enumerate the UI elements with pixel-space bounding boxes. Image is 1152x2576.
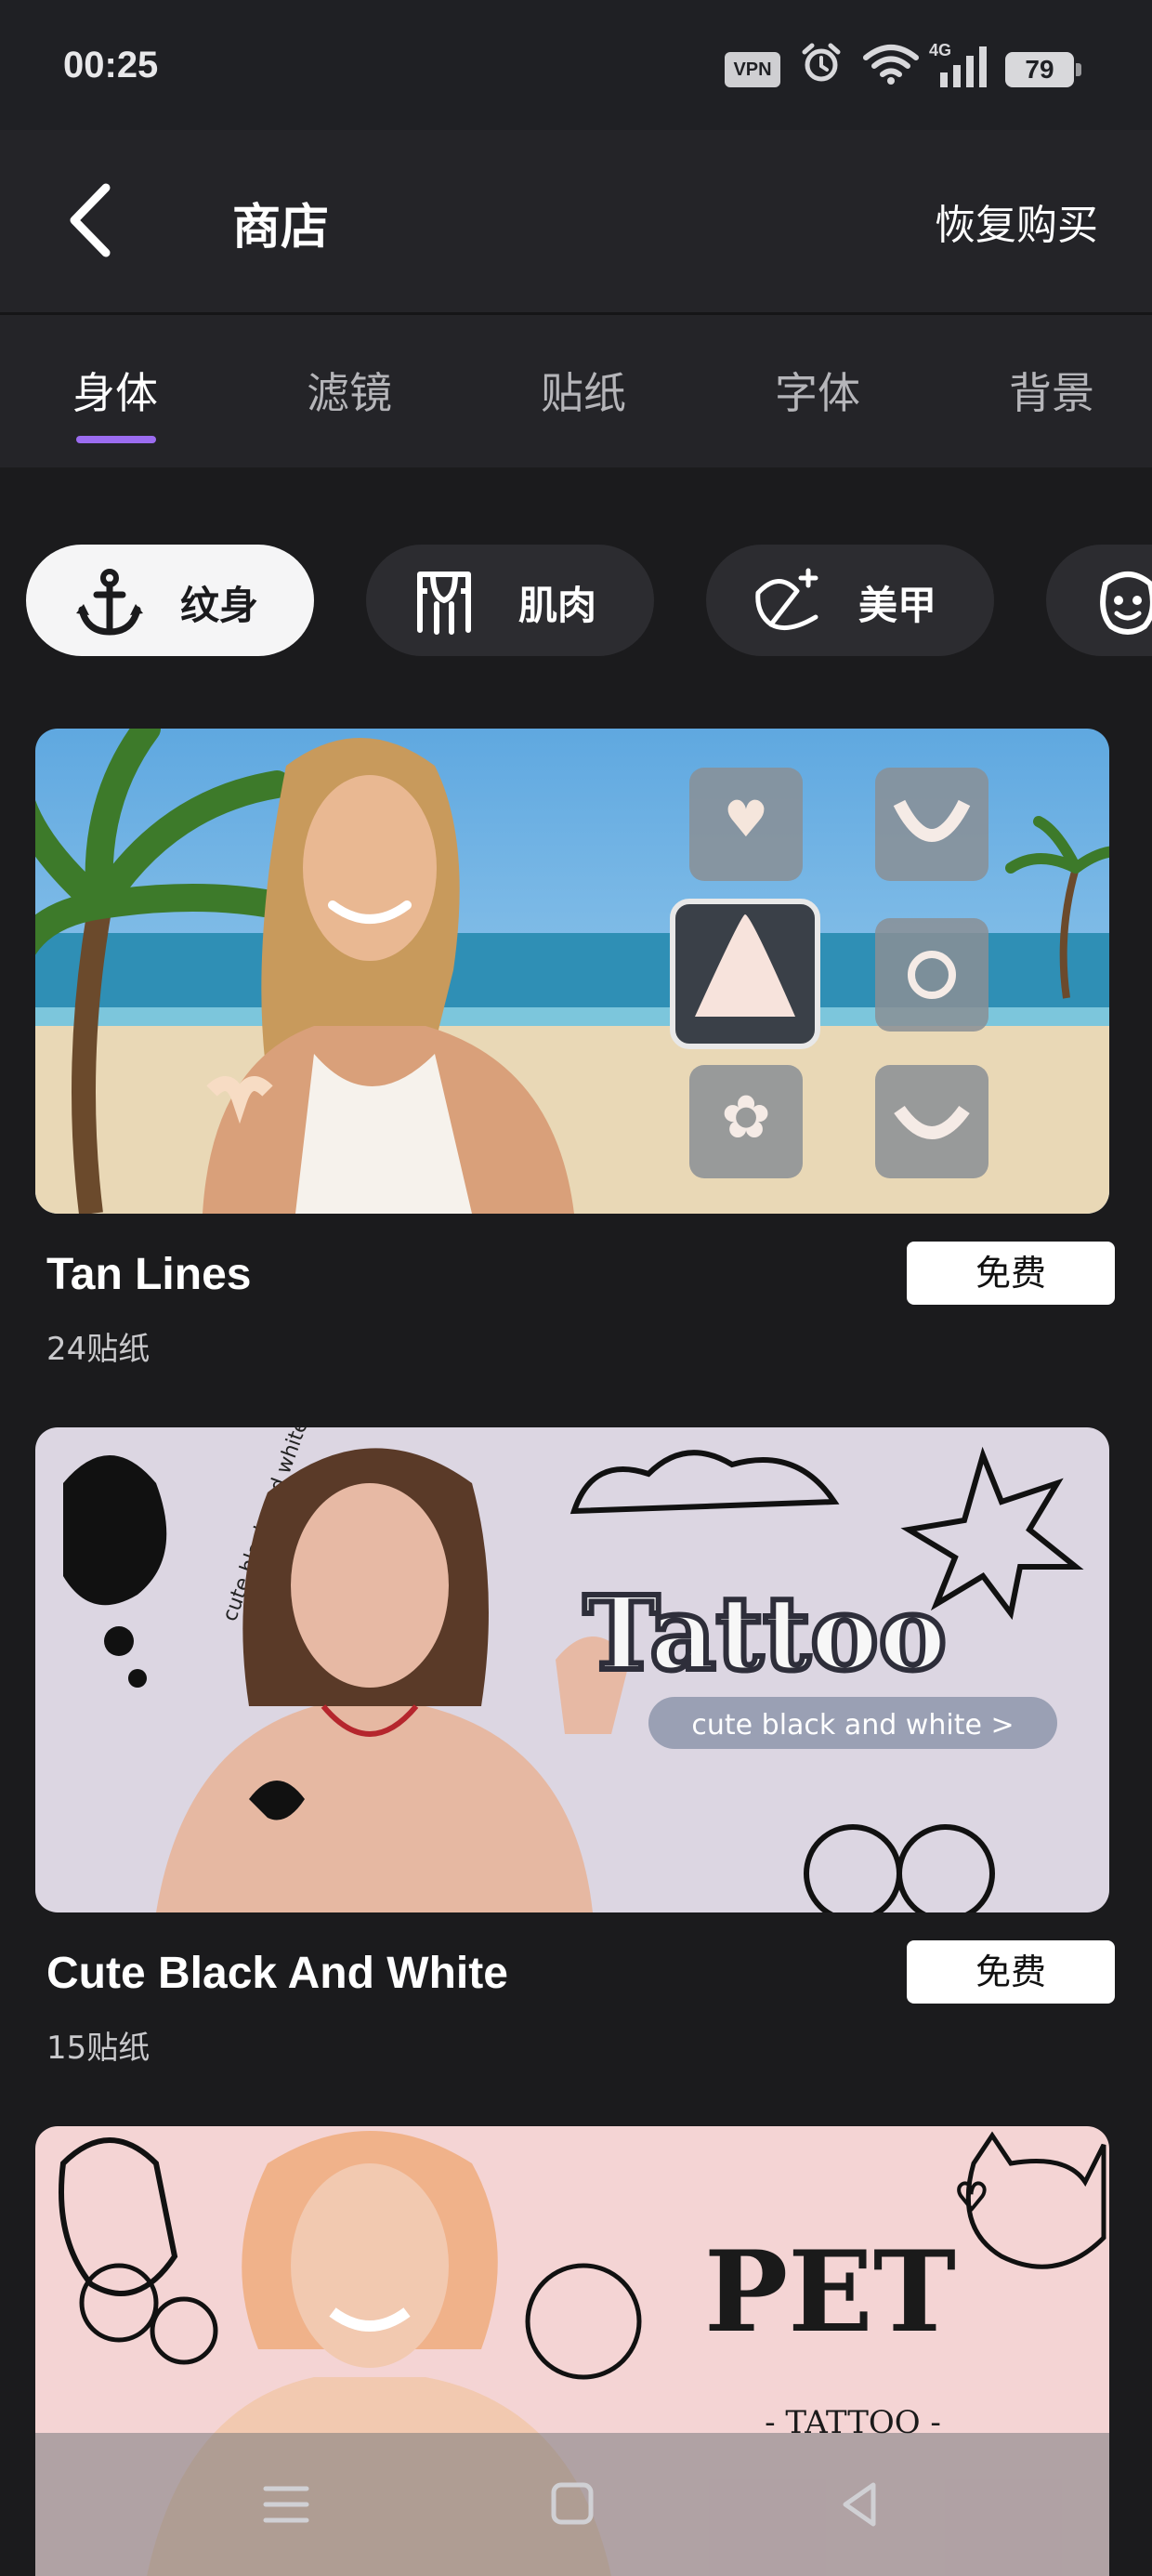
tattoo-banner[interactable]: cute black and white > Tattoo cute black…: [35, 1427, 1109, 1912]
banner-heading: Tattoo: [583, 1573, 947, 1693]
chip-tattoo[interactable]: 纹身: [26, 545, 314, 656]
chip-muscle[interactable]: 肌肉: [366, 545, 654, 656]
heart-doodle: ♡: [955, 2176, 988, 2219]
tab-indicator: [76, 436, 156, 443]
status-time: 00:25: [63, 45, 159, 85]
app-header: 商店 恢复购买: [0, 130, 1152, 312]
banner-heading: PET: [704, 2227, 956, 2358]
chip-label: 纹身: [180, 583, 259, 628]
face-icon: [1100, 572, 1152, 635]
free-button[interactable]: 免费: [907, 1242, 1115, 1305]
chip-label: 美甲: [858, 583, 937, 628]
svg-text:♥: ♥: [724, 790, 768, 848]
tab-body[interactable]: 身体: [72, 360, 158, 421]
banner-tagline: cute black and white >: [691, 1709, 1014, 1741]
page-title: 商店: [232, 200, 330, 256]
sticker-count: 24贴纸: [46, 1331, 151, 1368]
wifi-icon: [863, 45, 919, 85]
restore-purchase-button[interactable]: 恢复购买: [935, 191, 1098, 251]
alarm-icon: [802, 43, 841, 82]
store-screen: 00:25 VPN 4G 79 商店 恢复购买 身体 滤镜 贴纸 字体 背景 纹…: [0, 0, 1152, 2576]
category-tabs: 身体 滤镜 贴纸 字体 背景: [0, 315, 1152, 467]
chip-label: 肌肉: [518, 583, 597, 628]
tab-fonts[interactable]: 字体: [775, 360, 860, 421]
status-bar: 00:25 VPN 4G 79: [0, 0, 1152, 130]
nail-brush-icon: [755, 568, 818, 631]
card-title: Cute Black And White: [46, 1949, 508, 1998]
back-nav-icon[interactable]: [832, 2479, 888, 2530]
battery-icon: 79: [1005, 52, 1081, 87]
chip-nails[interactable]: 美甲: [706, 545, 994, 656]
system-nav-bar: [35, 2433, 1109, 2576]
chip-face[interactable]: [1046, 545, 1152, 656]
sticker-count: 15贴纸: [46, 2030, 151, 2067]
card-title: Tan Lines: [46, 1250, 252, 1299]
back-icon[interactable]: [58, 178, 132, 262]
tan-lines-banner[interactable]: ♥ ✿: [35, 729, 1109, 1214]
free-button[interactable]: 免费: [907, 1940, 1115, 2004]
tab-stickers[interactable]: 贴纸: [541, 360, 626, 421]
svg-text:✿: ✿: [721, 1084, 771, 1152]
tab-backgrounds[interactable]: 背景: [1009, 360, 1094, 421]
home-icon[interactable]: [544, 2479, 600, 2530]
menu-icon[interactable]: [258, 2479, 314, 2530]
muscle-shirt-icon: [417, 572, 471, 635]
vpn-icon: VPN: [725, 52, 780, 87]
tab-filters[interactable]: 滤镜: [307, 360, 392, 421]
tan-lines-illustration: ♥ ✿: [35, 729, 1109, 1214]
anchor-icon: [76, 569, 143, 636]
signal-icon: [940, 46, 987, 87]
tattoo-illustration: cute black and white > Tattoo cute black…: [35, 1427, 1109, 1912]
